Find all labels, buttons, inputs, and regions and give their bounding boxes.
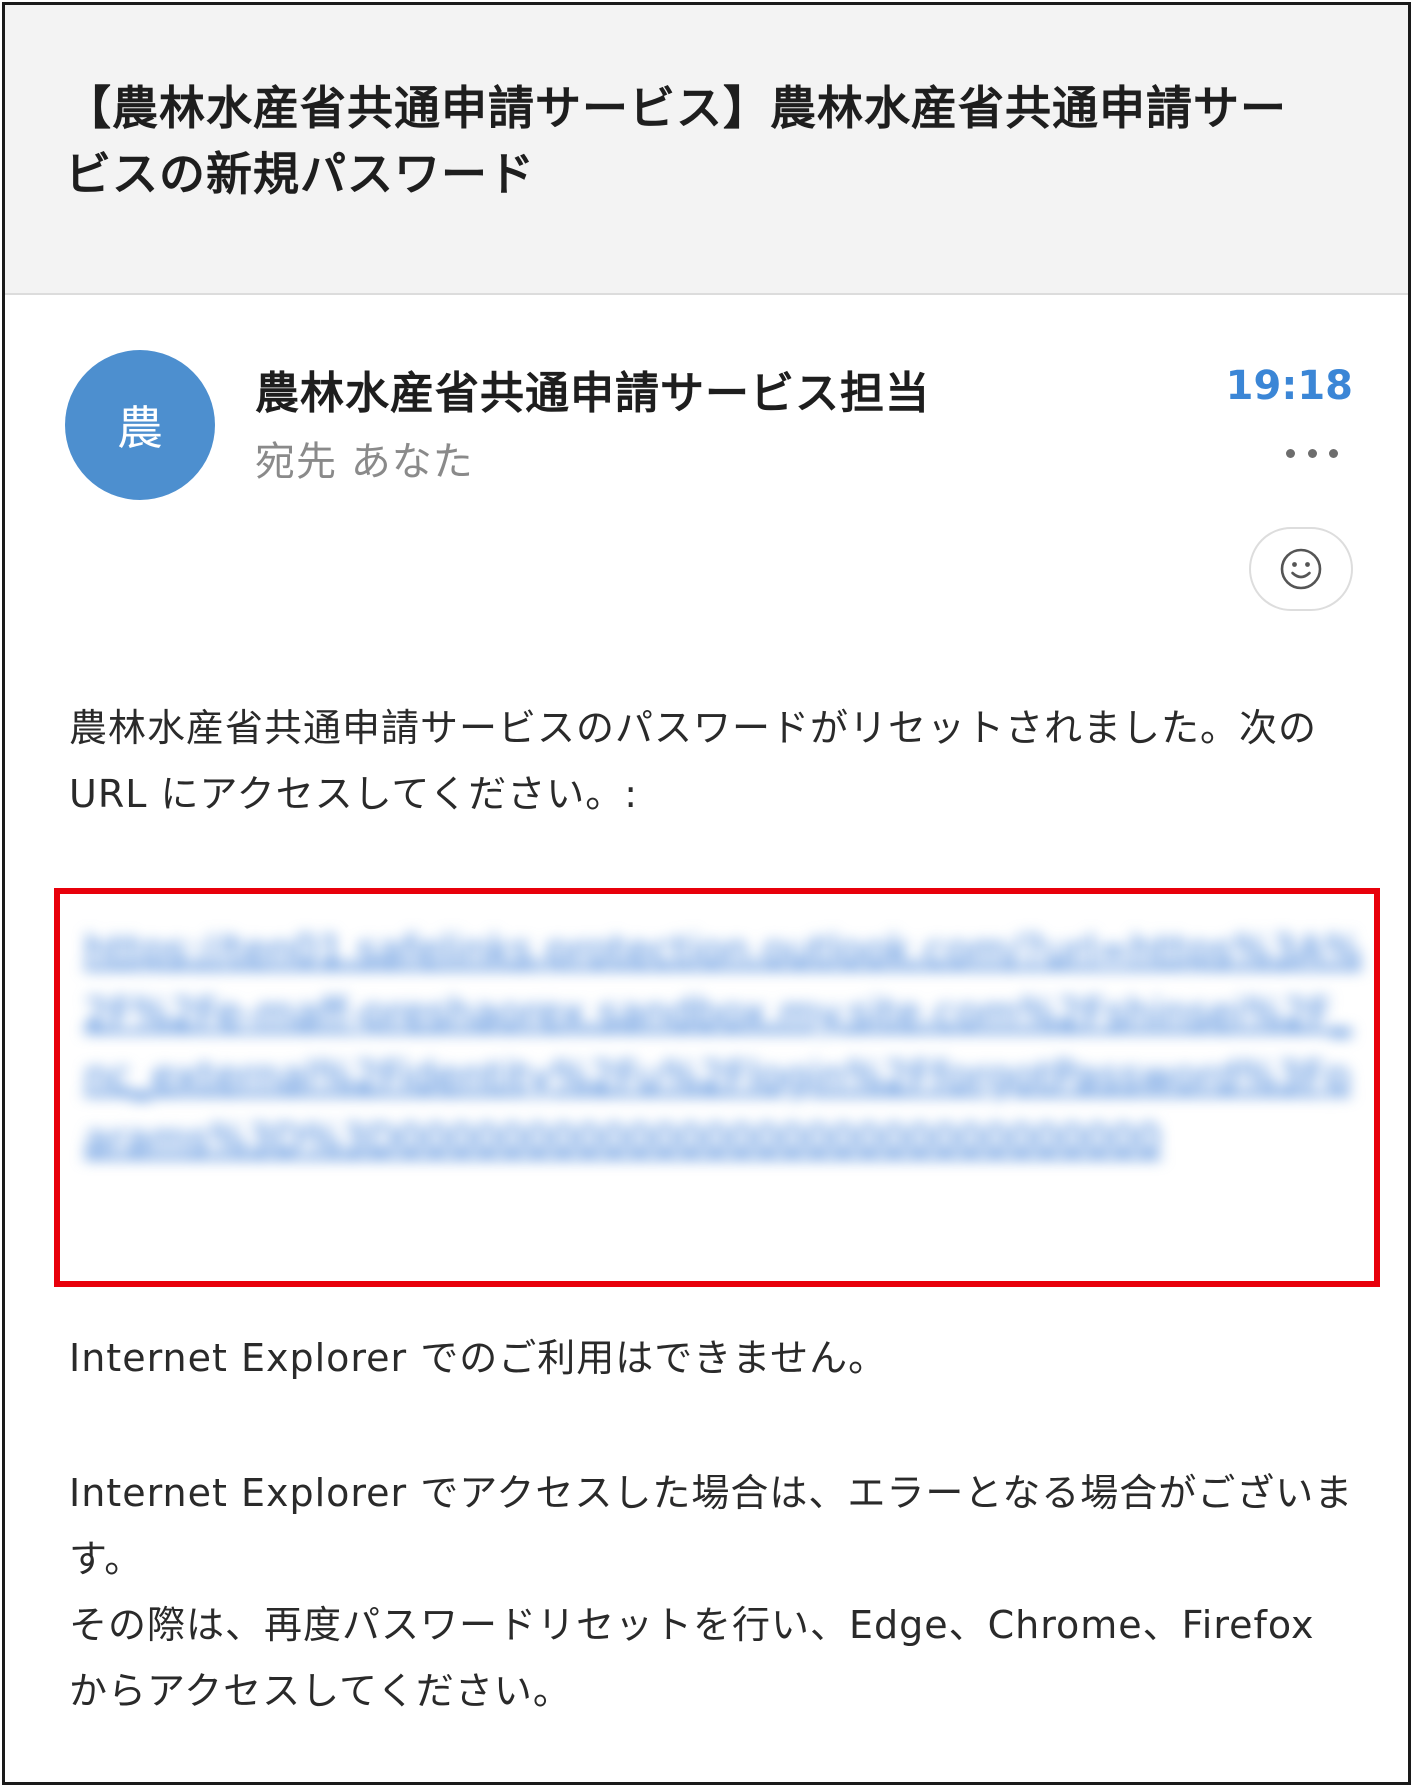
dot	[1286, 448, 1295, 458]
smiley-icon	[1280, 548, 1322, 590]
received-time: 19:18	[1225, 363, 1353, 409]
ie-error-line: Internet Explorer でアクセスした場合は、エラーとなる場合がござ…	[69, 1471, 1354, 1581]
email-subject: 【農林水産省共通申請サービス】農林水産省共通申請サービスの新規パスワード	[65, 81, 1287, 201]
sender-avatar[interactable]: 農	[65, 350, 215, 500]
highlighted-reset-link-box: https://ten01.safelinks.protection.outlo…	[54, 888, 1380, 1287]
reset-link-blurred[interactable]: https://ten01.safelinks.protection.outlo…	[84, 920, 1374, 1265]
dot	[1329, 448, 1338, 458]
dot	[1307, 448, 1317, 458]
body-paragraph-reset-notice: 農林水産省共通申請サービスのパスワードがリセットされました。次の URL にアク…	[69, 706, 1318, 816]
subject-header: 【農林水産省共通申請サービス】農林水産省共通申請サービスの新規パスワード	[5, 5, 1408, 295]
reaction-button[interactable]	[1249, 527, 1353, 611]
email-view: 【農林水産省共通申請サービス】農林水産省共通申請サービスの新規パスワード 農 農…	[2, 2, 1411, 1785]
more-options-icon[interactable]	[1286, 445, 1338, 461]
avatar-initial: 農	[117, 401, 163, 455]
body-paragraph-ie-unsupported: Internet Explorer でのご利用はできません。	[69, 1336, 888, 1380]
body-paragraph-ie-error: Internet Explorer でアクセスした場合は、エラーとなる場合がござ…	[69, 1460, 1359, 1724]
retry-browsers-line: その際は、再度パスワードリセットを行い、Edge、Chrome、Firefox …	[69, 1603, 1315, 1713]
recipient-line: 宛先 あなた	[255, 439, 474, 485]
sender-name[interactable]: 農林水産省共通申請サービス担当	[255, 357, 930, 421]
